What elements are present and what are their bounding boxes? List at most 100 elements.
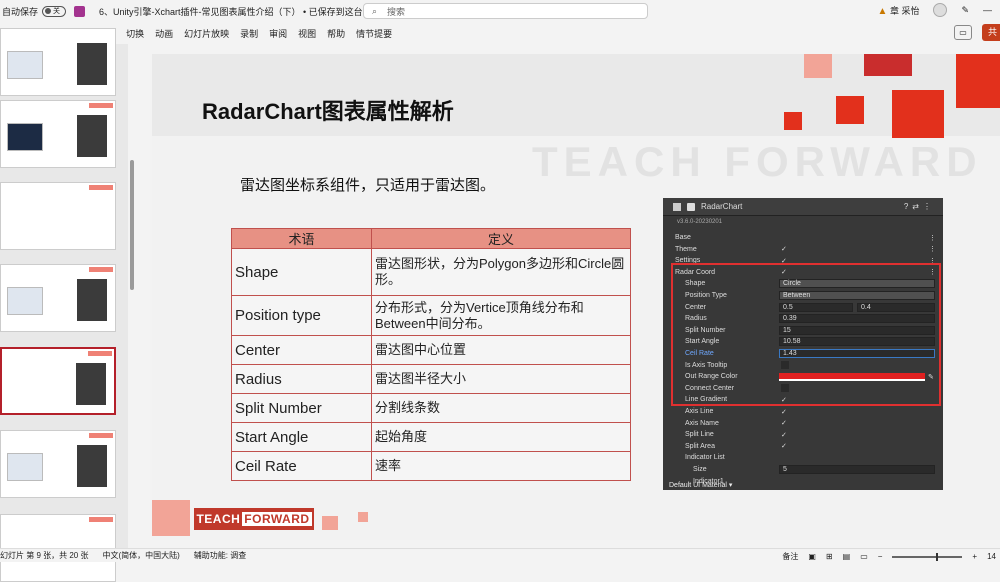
- decor-square: [892, 90, 944, 138]
- user-name[interactable]: 章 采怡: [890, 6, 920, 16]
- property-label: Theme: [675, 245, 697, 253]
- material-footer[interactable]: Default UI Material ▾: [669, 481, 732, 489]
- term-cell: Position type: [231, 295, 372, 336]
- checkmark-icon[interactable]: ✓: [781, 419, 787, 427]
- term-cell: Radius: [231, 364, 372, 394]
- inspector-row[interactable]: Indicator List: [663, 452, 943, 463]
- thumb-decor: [89, 267, 113, 272]
- table-row: Center 雷达图中心位置: [231, 335, 631, 365]
- reading-view-icon[interactable]: ▤: [843, 552, 851, 561]
- tab-transitions[interactable]: 切换: [126, 27, 144, 40]
- comment-icon[interactable]: ▭: [954, 25, 972, 40]
- thumb-image: [76, 363, 106, 405]
- checkmark-icon[interactable]: ✓: [781, 431, 787, 439]
- slide-thumbnail-active[interactable]: [0, 347, 116, 415]
- zoom-out-icon[interactable]: −: [878, 552, 883, 561]
- terms-table: 术语 定义 Shape 雷达图形状，分为Polygon多边形和Circle圆形。 …: [231, 228, 631, 481]
- teachforward-logo: TEACH FORWARD: [194, 508, 314, 530]
- inspector-row[interactable]: Size 5: [663, 464, 943, 475]
- thumb-image: [7, 51, 43, 79]
- property-label: Size: [693, 466, 707, 473]
- tab-help[interactable]: 帮助: [327, 27, 345, 40]
- save-icon[interactable]: [74, 5, 86, 17]
- inspector-row[interactable]: Split Line ✓: [663, 429, 943, 440]
- component-name: RadarChart: [701, 202, 743, 211]
- decor-square: [804, 54, 832, 78]
- thumb-decor: [89, 433, 113, 438]
- zoom-slider[interactable]: [892, 552, 963, 561]
- slide-thumbnail[interactable]: [0, 100, 116, 168]
- checkmark-icon[interactable]: ✓: [781, 442, 787, 450]
- slide-thumbnail[interactable]: [0, 264, 116, 332]
- col-header-term: 术语: [231, 228, 372, 249]
- inspector-row[interactable]: Axis Name ✓: [663, 418, 943, 429]
- table-row: Ceil Rate 速率: [231, 451, 631, 481]
- thumb-decor: [89, 517, 113, 522]
- zoom-slider-knob[interactable]: [936, 552, 939, 561]
- decor-square: [956, 54, 1000, 108]
- enable-checkbox[interactable]: [687, 202, 695, 211]
- tab-review[interactable]: 审阅: [269, 27, 287, 40]
- definition-cell: 分割线条数: [371, 393, 631, 423]
- checkmark-icon[interactable]: ✓: [781, 408, 787, 416]
- autosave-toggle[interactable]: 关: [42, 5, 67, 17]
- language-indicator[interactable]: 中文(简体，中国大陆): [102, 550, 179, 561]
- inspector-row[interactable]: Theme ✓ ⋮: [663, 244, 943, 255]
- tab-view[interactable]: 视图: [298, 27, 316, 40]
- autosave-state: 关: [53, 8, 61, 15]
- account-area: ▲ 章 采怡 ✎ —: [878, 3, 992, 17]
- document-title[interactable]: 6、Unity引擎-Xchart插件-常见图表属性介绍（下） • 已保存到这台电…: [99, 5, 391, 18]
- tab-record[interactable]: 录制: [240, 27, 258, 40]
- tab-animations[interactable]: 动画: [155, 27, 173, 40]
- thumb-image: [77, 43, 107, 85]
- property-field[interactable]: 5: [779, 465, 935, 474]
- logo-word-teach: TEACH: [196, 512, 241, 526]
- slide-thumbnail[interactable]: [0, 182, 116, 250]
- zoom-level[interactable]: 14: [987, 552, 996, 561]
- property-label: Base: [675, 234, 691, 241]
- table-row: Start Angle 起始角度: [231, 422, 631, 452]
- slideshow-icon[interactable]: ▭: [860, 552, 868, 561]
- checkmark-icon[interactable]: ✓: [781, 245, 787, 253]
- property-label: Axis Line: [685, 408, 714, 415]
- inspector-row[interactable]: Base ⋮: [663, 232, 943, 243]
- table-row: Position type 分布形式，分为Vertice顶角线分布和Between…: [231, 295, 631, 336]
- definition-cell: 起始角度: [371, 422, 631, 452]
- slide-thumbnail-panel[interactable]: [0, 28, 128, 582]
- thumb-decor: [88, 351, 112, 356]
- slide-thumbnail[interactable]: [0, 28, 116, 96]
- inspector-row[interactable]: Split Area ✓: [663, 441, 943, 452]
- sorter-view-icon[interactable]: ⊞: [826, 552, 833, 561]
- component-menu-icons[interactable]: ?⇄⋮: [904, 202, 935, 211]
- thumb-image: [77, 115, 107, 157]
- avatar[interactable]: [933, 3, 948, 17]
- definition-cell: 雷达图形状，分为Polygon多边形和Circle圆形。: [371, 248, 631, 296]
- inspector-row[interactable]: Axis Line ✓: [663, 406, 943, 417]
- property-label: Axis Name: [685, 419, 719, 427]
- row-menu-icon[interactable]: ⋮: [929, 234, 936, 242]
- decor-square: [836, 96, 864, 124]
- slide-thumbnail[interactable]: [0, 430, 116, 498]
- autosave-label: 自动保存: [2, 6, 39, 17]
- accessibility-status[interactable]: 辅助功能: 调查: [194, 550, 246, 561]
- decor-square: [864, 54, 912, 76]
- normal-view-icon[interactable]: ▣: [808, 552, 816, 561]
- share-button[interactable]: 共: [982, 24, 1000, 41]
- row-menu-icon[interactable]: ⋮: [929, 245, 936, 253]
- zoom-in-icon[interactable]: +: [972, 552, 977, 561]
- search-input[interactable]: ⌕ 搜索: [363, 3, 648, 19]
- table-row: Radius 雷达图半径大小: [231, 364, 631, 394]
- intro-text: 雷达图坐标系组件，只适用于雷达图。: [240, 177, 496, 194]
- pen-icon[interactable]: ✎: [961, 5, 969, 16]
- tab-storyboard[interactable]: 情节提要: [356, 27, 392, 40]
- thumbnail-scrollbar[interactable]: [130, 160, 134, 290]
- table-row: Shape 雷达图形状，分为Polygon多边形和Circle圆形。: [231, 248, 631, 296]
- term-cell: Ceil Rate: [231, 451, 372, 481]
- user-group: ▲ 章 采怡: [878, 4, 920, 17]
- thumb-decor: [89, 185, 113, 190]
- minimize-icon[interactable]: —: [983, 5, 992, 15]
- script-icon: [673, 202, 681, 211]
- thumb-image: [7, 287, 43, 315]
- tab-slideshow[interactable]: 幻灯片放映: [184, 27, 229, 40]
- notes-button[interactable]: 备注: [782, 551, 798, 562]
